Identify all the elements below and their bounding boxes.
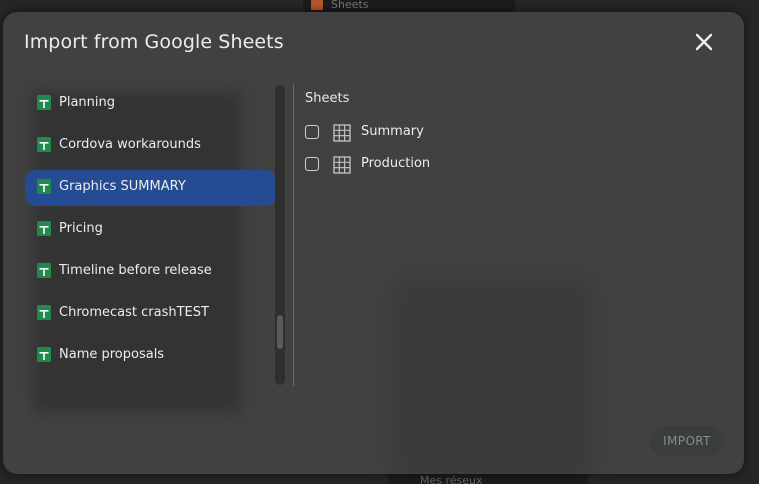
import-button[interactable]: IMPORT — [650, 426, 724, 456]
sheet-row-summary[interactable]: Summary — [305, 123, 505, 145]
google-sheets-icon — [37, 95, 51, 110]
spreadsheet-item-label: Name proposals — [59, 347, 165, 362]
dialog-title: Import from Google Sheets — [24, 31, 284, 53]
spreadsheet-list: Planning Cordova workarounds Graphics SU… — [25, 86, 277, 380]
google-sheets-icon — [37, 305, 51, 320]
table-icon — [333, 156, 351, 174]
spreadsheet-item[interactable]: Planning — [25, 86, 277, 122]
spreadsheet-item-label: Timeline before release — [59, 263, 212, 278]
close-icon — [695, 33, 713, 51]
spreadsheet-item-label: Graphics SUMMARY — [59, 179, 186, 194]
spreadsheet-item-selected[interactable]: Graphics SUMMARY — [25, 170, 277, 206]
import-dialog: Import from Google Sheets Planning Cordo… — [3, 12, 744, 474]
spreadsheet-item[interactable]: Pricing — [25, 212, 277, 248]
spreadsheet-item-label: Planning — [59, 95, 115, 110]
spreadsheet-item[interactable]: Timeline before release — [25, 254, 277, 290]
table-icon — [333, 124, 351, 142]
close-button[interactable] — [692, 30, 716, 54]
google-sheets-icon — [37, 347, 51, 362]
sheet-checkbox[interactable] — [305, 125, 319, 139]
spreadsheet-item[interactable]: Cordova workarounds — [25, 128, 277, 164]
sheet-row-production[interactable]: Production — [305, 155, 505, 177]
pane-divider — [293, 84, 294, 386]
background-window-label: Sheets — [331, 0, 369, 11]
sheet-label: Production — [361, 156, 431, 171]
google-sheets-icon — [37, 221, 51, 236]
sheet-label: Summary — [361, 124, 424, 139]
list-scrollbar[interactable] — [275, 85, 285, 385]
spreadsheet-item-label: Cordova workarounds — [59, 137, 201, 152]
google-sheets-icon — [37, 137, 51, 152]
background-app-icon — [311, 0, 323, 10]
google-sheets-icon — [37, 263, 51, 278]
sheet-checkbox[interactable] — [305, 157, 319, 171]
google-sheets-icon — [37, 179, 51, 194]
background-panel-label: Mes réseux — [420, 474, 483, 484]
spreadsheet-item-label: Pricing — [59, 221, 103, 236]
spreadsheet-item[interactable]: Chromecast crashTEST — [25, 296, 277, 332]
pane-shadow — [395, 280, 591, 474]
scrollbar-thumb[interactable] — [277, 315, 283, 349]
spreadsheet-item[interactable]: Name proposals — [25, 338, 277, 374]
sheets-heading: Sheets — [305, 91, 350, 106]
spreadsheet-item-label: Chromecast crashTEST — [59, 305, 209, 320]
